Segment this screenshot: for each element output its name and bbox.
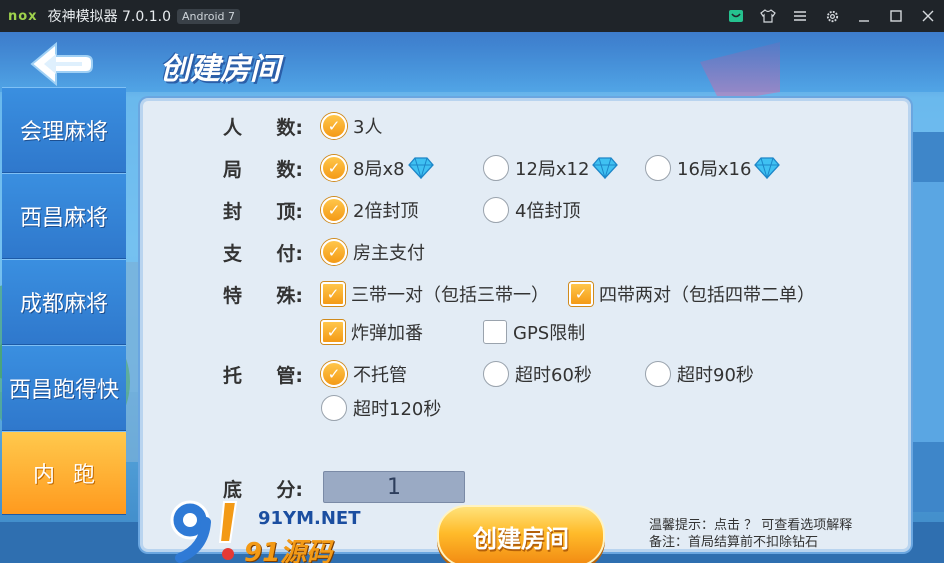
option-label: 超时120秒 <box>353 399 442 420</box>
window-title: 夜神模拟器 7.0.1.0 <box>47 9 172 25</box>
game-type-sidebar: 会理麻将 西昌麻将 成都麻将 西昌跑得快 内跑 <box>2 87 126 557</box>
sidebar-item-neipao[interactable]: 内跑 <box>2 431 126 515</box>
diamond-icon <box>407 157 434 179</box>
option-label: 3人 <box>353 117 383 138</box>
store-icon[interactable] <box>720 0 752 32</box>
radio-empty-icon <box>645 361 671 387</box>
radio-empty-icon <box>483 155 509 181</box>
option-label: 三带一对（包括三带一） <box>351 285 549 306</box>
radio-selected-icon: ✓ <box>321 361 347 387</box>
option-host-pays[interactable]: ✓ 房主支付 <box>321 235 425 269</box>
shirt-icon[interactable] <box>752 0 784 32</box>
sidebar-item-huili-mahjong[interactable]: 会理麻将 <box>2 87 126 173</box>
minimize-icon[interactable] <box>848 0 880 32</box>
maximize-icon[interactable] <box>880 0 912 32</box>
checkbox-checked-icon: ✓ <box>321 320 345 344</box>
option-label: 4倍封顶 <box>515 201 581 222</box>
option-label: 不托管 <box>353 365 407 386</box>
option-4x-cap[interactable]: 4倍封顶 <box>483 193 580 227</box>
page-title: 创建房间 <box>160 52 280 87</box>
watermark-text-url: 91YM.NET <box>258 508 361 529</box>
header-bar <box>0 32 944 98</box>
radio-empty-icon <box>483 197 509 223</box>
diamond-icon <box>754 157 781 179</box>
option-label: GPS限制 <box>513 323 586 344</box>
radio-selected-icon: ✓ <box>321 155 347 181</box>
watermark-logo: 91YM.NET 91源码 <box>166 498 366 563</box>
tip-line-2: 备注：首局结算前不扣除钻石 <box>649 535 819 550</box>
trustee-label: 托管: <box>223 365 303 387</box>
option-16-rounds[interactable]: 16局x16 <box>645 151 781 185</box>
option-label: 12局x12 <box>515 159 590 180</box>
option-label: 超时90秒 <box>677 365 754 386</box>
option-timeout-60s[interactable]: 超时60秒 <box>483 357 592 391</box>
diamond-icon <box>592 157 619 179</box>
checkbox-gps-limit[interactable]: GPS限制 <box>483 315 585 349</box>
option-label: 房主支付 <box>353 243 425 264</box>
checkbox-empty-icon <box>483 320 507 344</box>
rounds-label: 局数: <box>223 159 303 181</box>
option-label: 2倍封顶 <box>353 201 419 222</box>
pay-label: 支付: <box>223 243 303 265</box>
tip-line-1[interactable]: 温馨提示：点击 ？ 可查看选项解释 <box>649 517 852 534</box>
game-screen: 创建房间 会理麻将 西昌麻将 成都麻将 西昌跑得快 内跑 人数: ✓ 3人 局数… <box>0 32 944 563</box>
option-8-rounds[interactable]: ✓ 8局x8 <box>321 151 435 185</box>
option-12-rounds[interactable]: 12局x12 <box>483 151 619 185</box>
watermark-91-icon <box>170 500 238 563</box>
option-timeout-90s[interactable]: 超时90秒 <box>645 357 754 391</box>
sidebar-item-xichang-mahjong[interactable]: 西昌麻将 <box>2 173 126 259</box>
radio-empty-icon <box>483 361 509 387</box>
radio-empty-icon <box>645 155 671 181</box>
radio-selected-icon: ✓ <box>321 239 347 265</box>
checkbox-checked-icon: ✓ <box>569 282 593 306</box>
close-icon[interactable] <box>912 0 944 32</box>
checkbox-three-with-pair[interactable]: ✓ 三带一对（包括三带一） <box>321 277 549 311</box>
option-label: 炸弹加番 <box>351 323 423 344</box>
back-arrow-icon <box>30 41 93 87</box>
android-version-badge: Android 7 <box>177 8 241 24</box>
cap-label: 封顶: <box>223 201 303 223</box>
nox-logo: nox <box>8 8 38 24</box>
sidebar-item-chengdu-mahjong[interactable]: 成都麻将 <box>2 259 126 345</box>
option-no-trustee[interactable]: ✓ 不托管 <box>321 357 407 391</box>
tips-text: 温馨提示：点击 ？ 可查看选项解释 备注：首局结算前不扣除钻石 <box>649 517 852 551</box>
radio-selected-icon: ✓ <box>321 197 347 223</box>
option-label: 四带两对（包括四带二单） <box>599 285 815 306</box>
option-2x-cap[interactable]: ✓ 2倍封顶 <box>321 193 418 227</box>
window-controls <box>720 0 944 32</box>
sidebar-item-xichang-paodekuai[interactable]: 西昌跑得快 <box>2 345 126 431</box>
back-button[interactable] <box>22 38 102 90</box>
option-label: 8局x8 <box>353 159 405 180</box>
special-label: 特殊: <box>223 285 303 307</box>
radio-selected-icon: ✓ <box>321 113 347 139</box>
watermark-text-name: 91源码 <box>244 538 333 563</box>
players-label: 人数: <box>223 117 303 139</box>
radio-empty-icon <box>321 395 347 421</box>
create-room-button[interactable]: 创建房间 <box>437 505 605 563</box>
gear-icon[interactable] <box>816 0 848 32</box>
emulator-titlebar: nox 夜神模拟器 7.0.1.0 Android 7 <box>0 0 944 32</box>
checkbox-checked-icon: ✓ <box>321 282 345 306</box>
menu-icon[interactable] <box>784 0 816 32</box>
option-label: 16局x16 <box>677 159 752 180</box>
option-3-players[interactable]: ✓ 3人 <box>321 109 382 143</box>
option-label: 超时60秒 <box>515 365 592 386</box>
option-timeout-120s[interactable]: 超时120秒 <box>321 391 441 425</box>
checkbox-four-with-two-pairs[interactable]: ✓ 四带两对（包括四带二单） <box>569 277 815 311</box>
create-room-panel: 人数: ✓ 3人 局数: ✓ 8局x8 12局x12 16局x16 封顶: ✓ … <box>140 98 911 563</box>
checkbox-bomb-double[interactable]: ✓ 炸弹加番 <box>321 315 423 349</box>
